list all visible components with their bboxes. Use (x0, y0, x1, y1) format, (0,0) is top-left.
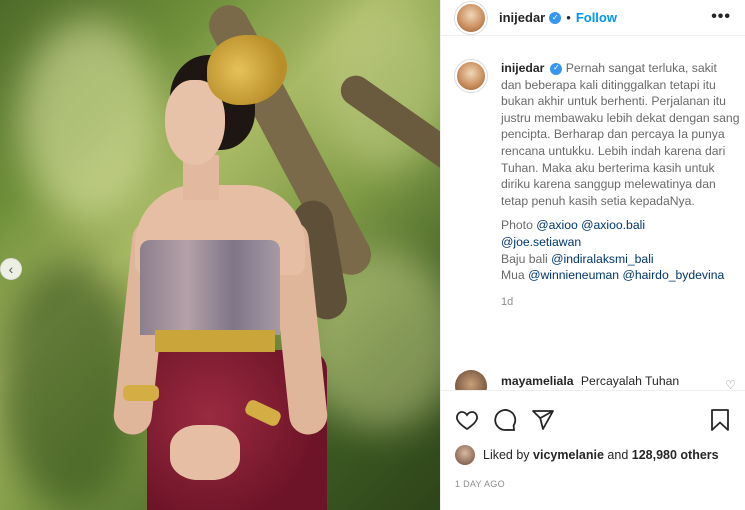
liker-avatar[interactable] (455, 445, 475, 465)
post-header: inijedar ✓ • Follow ••• (441, 0, 745, 36)
mention-link[interactable]: @joe.setiawan (501, 235, 581, 249)
caption-timestamp: 1d (501, 295, 514, 308)
heart-icon[interactable] (455, 408, 479, 432)
author-avatar[interactable] (455, 1, 487, 34)
comment-icon[interactable] (493, 408, 517, 432)
more-icon[interactable]: ••• (711, 8, 731, 26)
caption-credits: Photo @axioo @axioo.bali @joe.setiawan B… (501, 218, 725, 283)
share-icon[interactable] (531, 408, 555, 432)
post-side-panel: inijedar ✓ • Follow ••• inijedar ✓ Pernah… (440, 0, 745, 510)
post-timestamp: 1 DAY AGO (455, 479, 505, 489)
follow-button[interactable]: Follow (576, 10, 617, 25)
mention-link[interactable]: @hairdo_bydevina (622, 268, 724, 282)
caption-username[interactable]: inijedar (501, 61, 544, 75)
mention-link[interactable]: @axioo.bali (581, 218, 645, 232)
caption-avatar[interactable] (455, 60, 487, 92)
post-image[interactable]: ‹ (0, 0, 440, 510)
caption-section: inijedar ✓ Pernah sangat terluka, sakit d… (455, 60, 740, 308)
commenter-username[interactable]: mayameliala (501, 374, 574, 388)
likes-summary: Liked by vicymelanie and 128,980 others (441, 435, 745, 465)
caption-text: inijedar ✓ Pernah sangat terluka, sakit d… (501, 61, 740, 208)
verified-icon: ✓ (550, 62, 563, 75)
carousel-prev-button[interactable]: ‹ (0, 258, 22, 280)
post-actions: Liked by vicymelanie and 128,980 others … (441, 390, 745, 510)
mention-link[interactable]: @axioo (536, 218, 578, 232)
comment-text: Percayalah Tuhan (580, 374, 680, 388)
mention-link[interactable]: @indiralaksmi_bali (551, 252, 653, 266)
author-username[interactable]: inijedar (499, 10, 545, 25)
photo-subject (111, 25, 345, 510)
mention-link[interactable]: @winnieneuman (528, 268, 619, 282)
likes-count[interactable]: 128,980 others (632, 448, 719, 462)
liker-username[interactable]: vicymelanie (533, 448, 604, 462)
bookmark-icon[interactable] (708, 408, 732, 432)
verified-icon: ✓ (549, 11, 562, 24)
